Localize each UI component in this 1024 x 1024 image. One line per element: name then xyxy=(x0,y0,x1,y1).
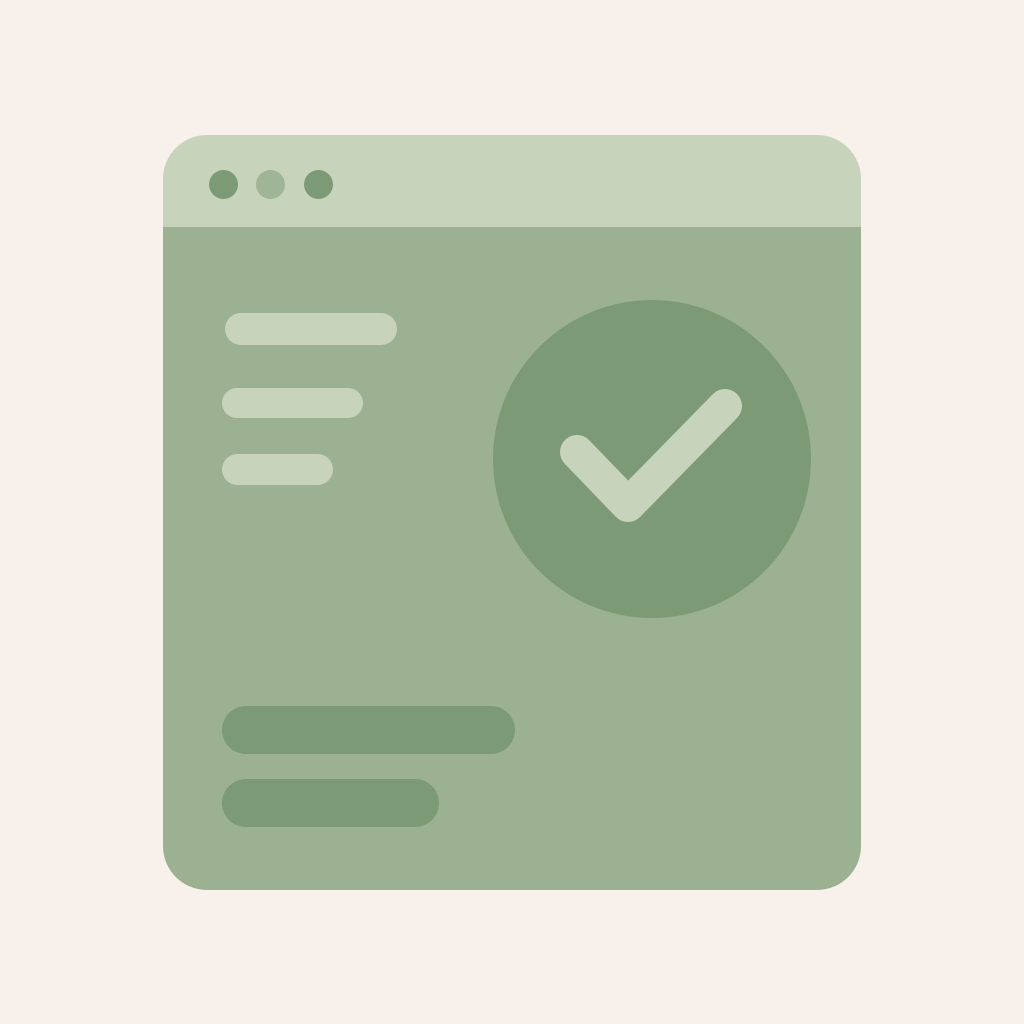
placeholder-block xyxy=(222,779,439,827)
checkmark-icon xyxy=(560,389,742,522)
browser-window xyxy=(163,135,861,890)
checkmark-stroke xyxy=(560,389,742,522)
illustration-canvas xyxy=(0,0,1024,1024)
placeholder-text-line xyxy=(225,313,397,345)
checkmark-badge xyxy=(493,300,811,618)
window-titlebar xyxy=(163,135,861,227)
window-dot-icon xyxy=(304,170,333,199)
placeholder-text-line xyxy=(222,454,333,485)
placeholder-block xyxy=(222,706,515,754)
window-content xyxy=(163,227,861,890)
window-dot-icon xyxy=(256,170,285,199)
placeholder-text-line xyxy=(222,388,363,418)
window-dot-icon xyxy=(209,170,238,199)
